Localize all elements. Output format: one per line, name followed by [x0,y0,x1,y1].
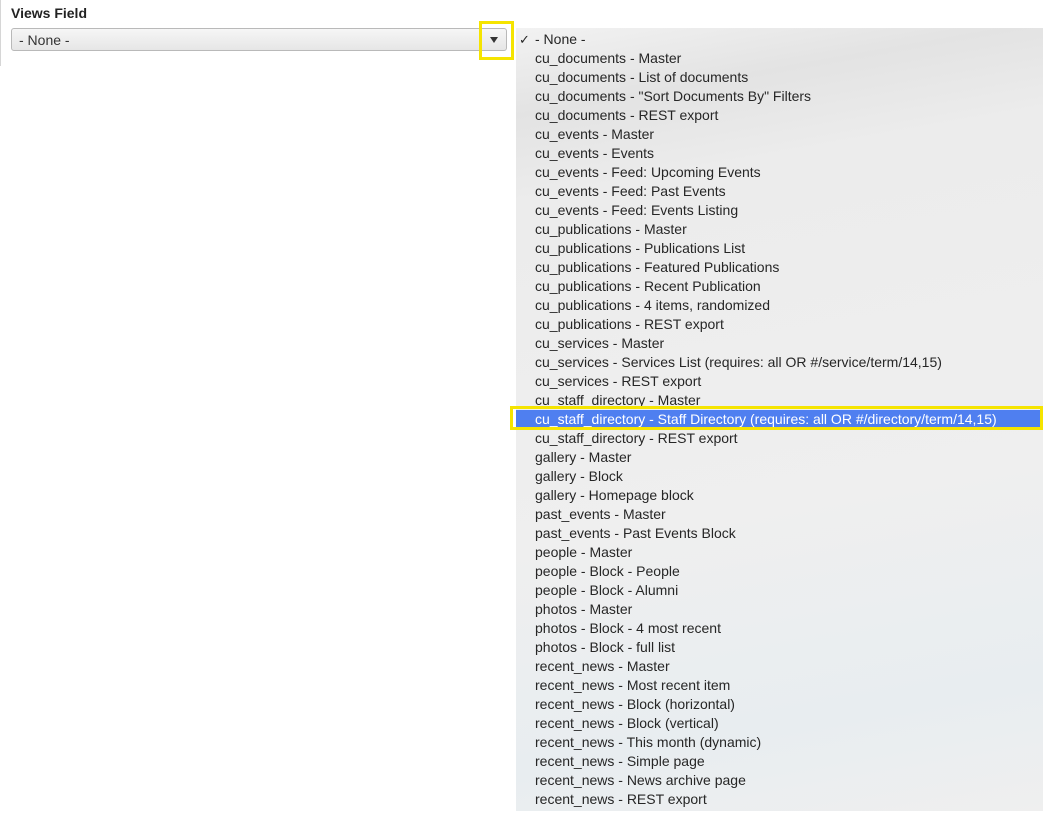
dropdown-option-label: gallery - Homepage block [535,487,694,503]
dropdown-option[interactable]: photos - Master [516,600,1043,619]
dropdown-option[interactable]: cu_documents - Master [516,49,1043,68]
dropdown-option-label: recent_news - Master [535,658,670,674]
dropdown-option[interactable]: cu_events - Feed: Events Listing [516,201,1043,220]
dropdown-option-label: cu_services - REST export [535,373,702,389]
dropdown-option-label: photos - Block - full list [535,639,676,655]
dropdown-option-label: cu_staff_directory - Master [535,392,701,408]
dropdown-option[interactable]: people - Block - People [516,562,1043,581]
dropdown-option[interactable]: recent_news - Most recent item [516,676,1043,695]
checkmark-icon: ✓ [519,32,530,47]
dropdown-option-label: cu_documents - "Sort Documents By" Filte… [535,88,812,104]
dropdown-option[interactable]: cu_documents - List of documents [516,68,1043,87]
dropdown-option-label: recent_news - News archive page [535,772,746,788]
dropdown-option-label: past_events - Master [535,506,666,522]
dropdown-option-label: cu_staff_directory - REST export [535,430,738,446]
views-field-dropdown-menu[interactable]: ✓ - None - cu_documents - Master cu_documen… [516,28,1043,811]
dropdown-option[interactable]: people - Master [516,543,1043,562]
dropdown-option-label: recent_news - Block (horizontal) [535,696,735,712]
dropdown-option-label: cu_events - Feed: Past Events [535,183,726,199]
dropdown-option[interactable]: recent_news - This month (dynamic) [516,733,1043,752]
dropdown-option-hovered[interactable]: cu_staff_directory - Staff Directory (re… [516,410,1043,429]
dropdown-option-label: recent_news - Simple page [535,753,705,769]
views-field-select[interactable]: - None - [11,28,507,51]
dropdown-option[interactable]: cu_events - Master [516,125,1043,144]
dropdown-option[interactable]: cu_publications - Recent Publication [516,277,1043,296]
dropdown-option-label: cu_services - Master [535,335,665,351]
dropdown-option[interactable]: cu_services - Master [516,334,1043,353]
dropdown-option-label: recent_news - Most recent item [535,677,731,693]
dropdown-option[interactable]: cu_events - Feed: Past Events [516,182,1043,201]
dropdown-option-label: gallery - Master [535,449,632,465]
dropdown-option[interactable]: cu_publications - Master [516,220,1043,239]
dropdown-option[interactable]: cu_publications - REST export [516,315,1043,334]
dropdown-option-label: photos - Master [535,601,633,617]
dropdown-option[interactable]: recent_news - Block (vertical) [516,714,1043,733]
form-left-border [0,0,1,66]
dropdown-option-label: people - Master [535,544,633,560]
dropdown-option[interactable]: ✓ - None - [516,30,1043,49]
dropdown-option[interactable]: cu_documents - REST export [516,106,1043,125]
dropdown-option-label: cu_publications - Master [535,221,687,237]
dropdown-option-label: cu_documents - List of documents [535,69,749,85]
dropdown-option[interactable]: recent_news - News archive page [516,771,1043,790]
select-current-value: - None - [19,32,70,48]
dropdown-option-label: cu_documents - REST export [535,107,719,123]
dropdown-option-label: people - Block - Alumni [535,582,679,598]
dropdown-option[interactable]: recent_news - REST export [516,790,1043,809]
dropdown-option[interactable]: cu_staff_directory - Master [516,391,1043,410]
dropdown-option-label: cu_publications - Featured Publications [535,259,780,275]
dropdown-option[interactable]: cu_publications - Publications List [516,239,1043,258]
dropdown-option[interactable]: past_events - Master [516,505,1043,524]
dropdown-option-label: cu_publications - Recent Publication [535,278,761,294]
dropdown-option-label: cu_publications - REST export [535,316,724,332]
dropdown-option[interactable]: recent_news - Master [516,657,1043,676]
dropdown-option-label: gallery - Block [535,468,623,484]
dropdown-option-label: recent_news - This month (dynamic) [535,734,762,750]
dropdown-option[interactable]: photos - Block - full list [516,638,1043,657]
dropdown-option[interactable]: recent_news - Block (horizontal) [516,695,1043,714]
dropdown-option[interactable]: cu_documents - "Sort Documents By" Filte… [516,87,1043,106]
dropdown-option[interactable]: gallery - Master [516,448,1043,467]
dropdown-option-label: cu_events - Events [535,145,655,161]
dropdown-option-label: people - Block - People [535,563,680,579]
dropdown-option[interactable]: cu_services - Services List (requires: a… [516,353,1043,372]
dropdown-option[interactable]: past_events - Past Events Block [516,524,1043,543]
dropdown-option-label: cu_events - Feed: Events Listing [535,202,739,218]
dropdown-option-label: recent_news - Block (vertical) [535,715,719,731]
dropdown-option-label: cu_events - Feed: Upcoming Events [535,164,761,180]
dropdown-option[interactable]: cu_publications - Featured Publications [516,258,1043,277]
dropdown-option[interactable]: photos - Block - 4 most recent [516,619,1043,638]
dropdown-option-label: photos - Block - 4 most recent [535,620,721,636]
dropdown-option-label: cu_publications - Publications List [535,240,746,256]
dropdown-option[interactable]: gallery - Block [516,467,1043,486]
dropdown-option[interactable]: cu_events - Events [516,144,1043,163]
dropdown-option-label: cu_services - Services List (requires: a… [535,354,942,370]
dropdown-option[interactable]: people - Block - Alumni [516,581,1043,600]
dropdown-option[interactable]: gallery - Homepage block [516,486,1043,505]
dropdown-option[interactable]: cu_events - Feed: Upcoming Events [516,163,1043,182]
dropdown-option-label: cu_staff_directory - Staff Directory (re… [535,411,997,427]
dropdown-option-label: past_events - Past Events Block [535,525,736,541]
dropdown-option-label: - None - [535,31,586,47]
arrow-annotation-highlight [479,21,514,60]
dropdown-option[interactable]: cu_services - REST export [516,372,1043,391]
dropdown-option[interactable]: cu_staff_directory - REST export [516,429,1043,448]
dropdown-option-label: recent_news - REST export [535,791,707,807]
dropdown-option-label: cu_events - Master [535,126,655,142]
dropdown-option-label: cu_documents - Master [535,50,682,66]
dropdown-option[interactable]: cu_publications - 4 items, randomized [516,296,1043,315]
views-field-label: Views Field [11,5,87,21]
dropdown-option[interactable]: recent_news - Simple page [516,752,1043,771]
dropdown-option-label: cu_publications - 4 items, randomized [535,297,771,313]
